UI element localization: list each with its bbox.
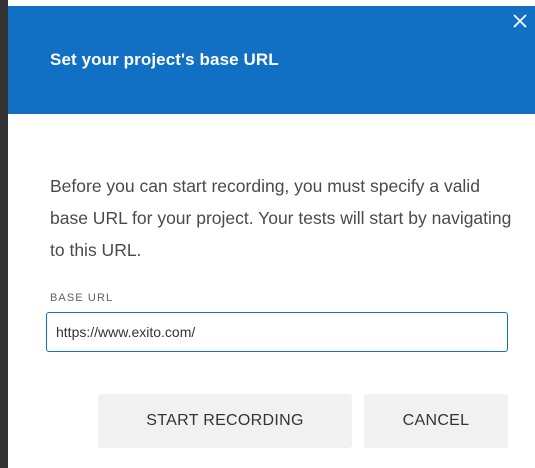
- base-url-label: BASE URL: [50, 292, 114, 304]
- dialog-description: Before you can start recording, you must…: [50, 176, 512, 260]
- base-url-field-box: [46, 312, 508, 352]
- dialog-header: Set your project's base URL: [8, 6, 535, 114]
- start-recording-button[interactable]: START RECORDING: [98, 394, 352, 448]
- dialog-title: Set your project's base URL: [50, 50, 279, 69]
- base-url-dialog: Set your project's base URL Before you c…: [8, 0, 535, 468]
- background-edge: [0, 0, 8, 468]
- close-icon[interactable]: [511, 12, 529, 30]
- base-url-input[interactable]: [47, 313, 507, 351]
- screen: Set your project's base URL Before you c…: [0, 0, 535, 468]
- cancel-button[interactable]: CANCEL: [364, 394, 508, 448]
